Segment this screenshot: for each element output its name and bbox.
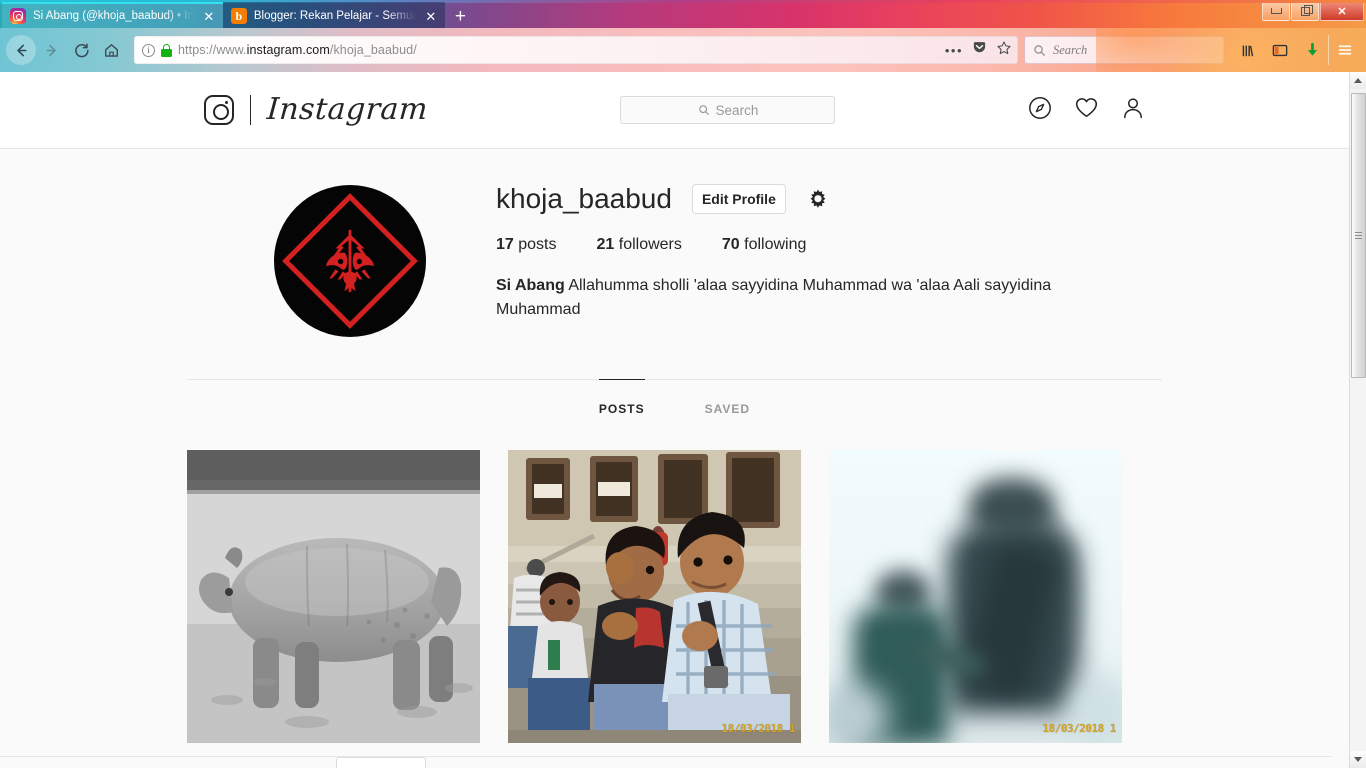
instagram-camera-icon [204,95,234,125]
rhinoceros-photo [187,450,480,743]
post-thumbnail[interactable] [187,450,480,743]
avatar-crest-icon [326,229,374,293]
reload-button[interactable] [66,35,96,65]
browser-search-bar[interactable]: Search [1024,36,1224,64]
page-scrollbar[interactable] [1349,72,1366,768]
profile-full-name: Si Abang [496,277,565,294]
profile-section: khoja_baabud Edit Profile 17 posts 21 fo… [187,149,1162,337]
profile-stats: 17 posts 21 followers 70 following [496,236,1145,254]
menu-icon[interactable] [1328,35,1360,65]
secure-lock-icon [161,43,172,57]
stat-posts[interactable]: 17 posts [496,236,557,254]
stat-followers[interactable]: 21 followers [597,236,682,254]
close-window-button[interactable]: ✕ [1320,1,1364,21]
blurred-figures-photo [829,450,1122,743]
tab-title: Si Abang (@khoja_baabud) • In [33,10,194,22]
partial-bottom-element [336,757,426,768]
profile-tabs: POSTS SAVED [187,379,1162,432]
downloads-icon[interactable] [1296,35,1328,65]
navigation-toolbar: i https://www.instagram.com/khoja_baabud… [0,28,1366,72]
photo-datestamp: 18/03/2018 1 [721,722,795,735]
avatar-column [204,179,496,337]
search-icon [1034,44,1045,56]
new-tab-button[interactable]: + [445,7,478,28]
search-icon [698,105,709,115]
back-button[interactable] [6,35,36,65]
tab-title: Blogger: Rekan Pelajar - Semua [253,10,416,22]
browser-window: Si Abang (@khoja_baabud) • In ✕ b Blogge… [0,0,1366,768]
profile-info: khoja_baabud Edit Profile 17 posts 21 fo… [496,179,1145,337]
page-bottom-edge [0,756,1332,768]
close-icon[interactable]: ✕ [423,10,439,23]
pocket-icon[interactable] [972,40,987,60]
window-controls: ✕ [1261,0,1366,28]
site-info-icon[interactable]: i [142,43,155,57]
boys-on-steps-photo [508,450,801,743]
instagram-page: Instagram Search khoja_baabud Edit Profi… [0,72,1349,768]
instagram-nav-icons [1028,95,1145,125]
gear-icon[interactable] [806,187,830,211]
explore-compass-icon[interactable] [1028,96,1052,125]
close-icon[interactable]: ✕ [201,10,217,23]
url-text: https://www.instagram.com/khoja_baabud/ [178,43,417,57]
username-row: khoja_baabud Edit Profile [496,182,1145,216]
search-placeholder: Search [1053,42,1088,57]
title-bar: Si Abang (@khoja_baabud) • In ✕ b Blogge… [0,0,1366,28]
search-placeholder: Search [715,102,759,118]
photo-datestamp: 18/03/2018 1 [1042,722,1116,735]
avatar[interactable] [274,185,426,337]
post-grid: 18/03/2018 1 18/03/2018 1 [187,432,1162,743]
browser-tab-blogger[interactable]: b Blogger: Rekan Pelajar - Semua ✕ [222,2,445,28]
tab-posts[interactable]: POSTS [598,379,645,432]
logo-divider [250,95,251,125]
profile-bio-text: Allahumma sholli 'alaa sayyidina Muhamma… [496,277,1052,318]
toolbar-icons [1232,35,1360,65]
instagram-icon [10,8,26,24]
scroll-up-button[interactable] [1349,72,1366,89]
minimize-button[interactable] [1262,1,1290,21]
page-title: khoja_baabud [496,183,672,214]
browser-viewport: Instagram Search khoja_baabud Edit Profi… [0,72,1366,768]
scrollbar-thumb[interactable] [1350,93,1366,378]
home-button[interactable] [96,35,126,65]
bookmark-star-icon[interactable] [996,40,1012,61]
edit-profile-button[interactable]: Edit Profile [691,184,786,214]
instagram-wordmark: Instagram [265,92,430,127]
forward-button[interactable] [36,35,66,65]
instagram-logo[interactable]: Instagram [204,92,430,127]
activity-heart-icon[interactable] [1074,95,1099,125]
library-icon[interactable] [1232,35,1264,65]
sidebar-icon[interactable] [1264,35,1296,65]
scrollbar-track[interactable] [1349,89,1366,751]
address-bar[interactable]: i https://www.instagram.com/khoja_baabud… [134,36,1018,64]
restore-button[interactable] [1291,1,1319,21]
instagram-search-input[interactable]: Search [620,96,836,124]
tab-saved[interactable]: SAVED [705,379,750,432]
scrollbar-grip [1354,230,1362,241]
browser-tab-instagram[interactable]: Si Abang (@khoja_baabud) • In ✕ [2,2,223,28]
blogger-icon: b [230,8,247,24]
tab-strip: Si Abang (@khoja_baabud) • In ✕ b Blogge… [0,0,1261,28]
instagram-navbar: Instagram Search [0,72,1349,149]
post-thumbnail[interactable]: 18/03/2018 1 [508,450,801,743]
profile-person-icon[interactable] [1121,96,1145,125]
scroll-down-button[interactable] [1349,751,1366,768]
stat-following[interactable]: 70 following [722,236,807,254]
post-thumbnail[interactable]: 18/03/2018 1 [829,450,1122,743]
page-actions-icon[interactable]: ••• [945,43,963,58]
profile-bio: Si Abang Allahumma sholli 'alaa sayyidin… [496,274,1096,322]
